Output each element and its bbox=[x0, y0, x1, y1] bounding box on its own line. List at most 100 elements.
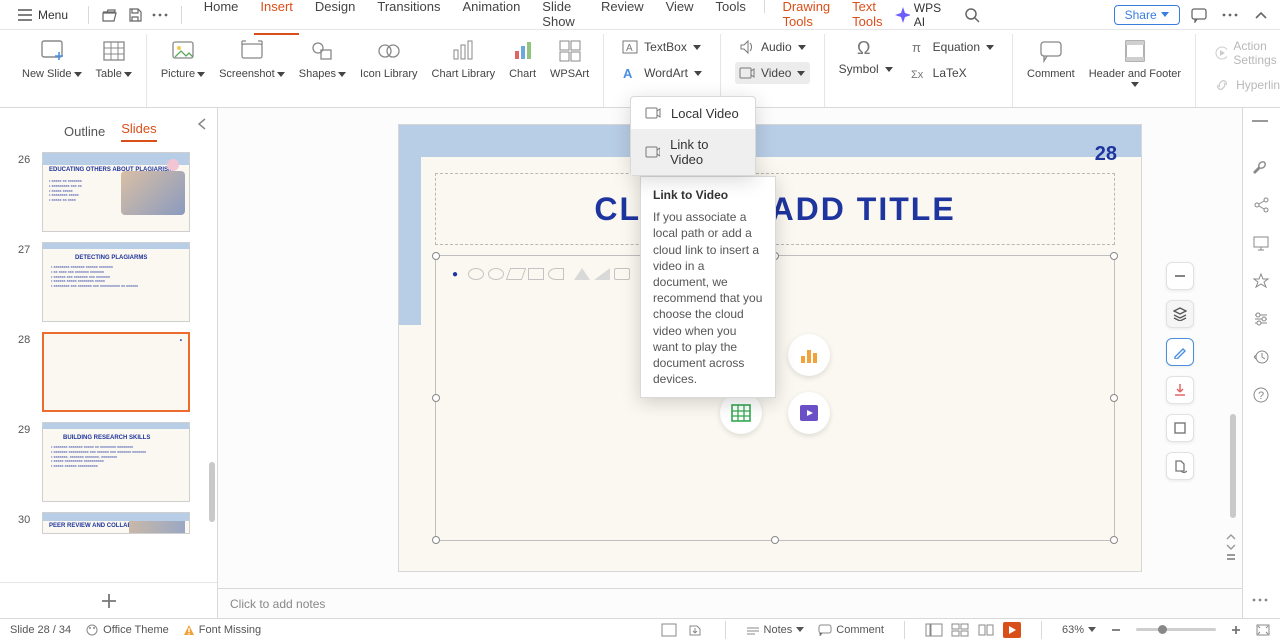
app-menu-button[interactable]: Menu bbox=[8, 6, 78, 24]
thumbnail-30[interactable]: PEER REVIEW AND COLLABORATION bbox=[42, 512, 190, 534]
sorter-view-button[interactable] bbox=[951, 623, 969, 637]
thumbnail-scrollbar[interactable] bbox=[209, 462, 215, 522]
new-slide-button[interactable]: New Slide bbox=[22, 36, 82, 80]
share-tool[interactable] bbox=[1252, 196, 1272, 216]
search-button[interactable] bbox=[961, 3, 984, 27]
crop-tool[interactable] bbox=[1166, 414, 1194, 442]
layers-tool[interactable] bbox=[1166, 300, 1194, 328]
header-footer-button[interactable]: Header and Footer bbox=[1089, 36, 1181, 87]
local-video-item[interactable]: Local Video bbox=[631, 97, 755, 129]
zoom-out-tool[interactable] bbox=[1166, 262, 1194, 290]
thumbnail-row[interactable]: 28 • bbox=[18, 332, 205, 412]
more-quick-access[interactable] bbox=[150, 3, 171, 27]
download-tool[interactable] bbox=[1166, 376, 1194, 404]
scroll-menu-icon[interactable] bbox=[1224, 552, 1238, 562]
scroll-down-icon[interactable] bbox=[1224, 542, 1238, 552]
settings-tool[interactable] bbox=[1252, 310, 1272, 330]
chart-button[interactable]: Chart bbox=[509, 36, 536, 80]
resize-handle[interactable] bbox=[432, 394, 440, 402]
resize-handle[interactable] bbox=[1110, 536, 1118, 544]
chat-button[interactable] bbox=[1188, 3, 1211, 27]
present-tool[interactable] bbox=[1252, 234, 1272, 254]
collapse-ribbon-button[interactable] bbox=[1249, 3, 1272, 27]
zoom-out-button[interactable] bbox=[1110, 624, 1122, 636]
thumbnail-27[interactable]: DETECTING PLAGIARMS • xxxxxxxx xxxxxxx x… bbox=[42, 242, 190, 322]
zoom-slider-knob[interactable] bbox=[1158, 625, 1167, 634]
picture-button[interactable]: Picture bbox=[161, 36, 205, 80]
resize-handle[interactable] bbox=[1110, 252, 1118, 260]
collapse-panel-button[interactable] bbox=[197, 118, 207, 130]
add-slide-button[interactable] bbox=[0, 582, 217, 618]
audio-button[interactable]: Audio bbox=[735, 36, 810, 58]
canvas-vertical-scrollbar[interactable] bbox=[1228, 114, 1238, 562]
outline-tab[interactable]: Outline bbox=[64, 124, 105, 139]
tab-design[interactable]: Design bbox=[309, 0, 361, 35]
grid-icon[interactable] bbox=[661, 623, 679, 637]
icon-library-button[interactable]: Icon Library bbox=[360, 36, 417, 80]
textbox-button[interactable]: A TextBox bbox=[618, 36, 706, 58]
notes-toggle[interactable]: Notes bbox=[746, 624, 805, 636]
assets-tool[interactable] bbox=[1252, 158, 1272, 178]
link-to-video-item[interactable]: Link to Video bbox=[631, 129, 755, 175]
comment-toggle[interactable]: Comment bbox=[818, 624, 884, 636]
zoom-slider[interactable] bbox=[1136, 628, 1216, 631]
save-button[interactable] bbox=[124, 3, 145, 27]
tab-home[interactable]: Home bbox=[198, 0, 245, 35]
tab-animation[interactable]: Animation bbox=[456, 0, 526, 35]
table-button[interactable]: Table bbox=[96, 36, 132, 80]
slides-tab[interactable]: Slides bbox=[121, 121, 156, 142]
fit-button[interactable] bbox=[1256, 624, 1270, 636]
normal-view-button[interactable] bbox=[925, 623, 943, 637]
resize-handle[interactable] bbox=[1110, 394, 1118, 402]
thumbnail-list[interactable]: 26 EDUCATING OTHERS ABOUT PLAGIARISM • x… bbox=[0, 146, 217, 582]
thumbnail-26[interactable]: EDUCATING OTHERS ABOUT PLAGIARISM • xxxx… bbox=[42, 152, 190, 232]
overflow-button[interactable] bbox=[1218, 3, 1241, 27]
wordart-button[interactable]: A WordArt bbox=[618, 62, 706, 84]
zoom-readout[interactable]: 63% bbox=[1062, 624, 1096, 636]
thumbnail-28[interactable]: • bbox=[42, 332, 190, 412]
screenshot-button[interactable]: Screenshot bbox=[219, 36, 285, 80]
tab-insert[interactable]: Insert bbox=[254, 0, 299, 35]
tab-slideshow[interactable]: Slide Show bbox=[536, 0, 585, 35]
open-button[interactable] bbox=[99, 3, 120, 27]
insert-table-placeholder[interactable] bbox=[720, 392, 762, 434]
thumbnail-row[interactable]: 26 EDUCATING OTHERS ABOUT PLAGIARISM • x… bbox=[18, 152, 205, 232]
slideshow-button[interactable] bbox=[1003, 622, 1021, 638]
collapse-right-icon[interactable] bbox=[1252, 120, 1272, 140]
shapes-button[interactable]: Shapes bbox=[299, 36, 346, 80]
equation-button[interactable]: π Equation bbox=[907, 36, 998, 58]
history-tool[interactable] bbox=[1252, 348, 1272, 368]
share-button[interactable]: Share bbox=[1114, 5, 1180, 25]
wps-ai-button[interactable]: WPS AI bbox=[895, 1, 953, 29]
tab-transitions[interactable]: Transitions bbox=[371, 0, 446, 35]
insert-media-placeholder[interactable] bbox=[788, 392, 830, 434]
symbol-button[interactable]: Symbol bbox=[839, 62, 893, 76]
wpsart-button[interactable]: WPSArt bbox=[550, 36, 589, 80]
latex-button[interactable]: Σx LaTeX bbox=[907, 62, 998, 84]
help-tool[interactable]: ? bbox=[1252, 386, 1272, 406]
tab-review[interactable]: Review bbox=[595, 0, 650, 35]
tab-drawing-tools[interactable]: Drawing Tools bbox=[776, 0, 836, 35]
scrollbar-thumb[interactable] bbox=[1230, 414, 1236, 518]
tab-text-tools[interactable]: Text Tools bbox=[846, 0, 890, 35]
tab-view[interactable]: View bbox=[660, 0, 700, 35]
insert-chart-placeholder[interactable] bbox=[788, 334, 830, 376]
font-warning[interactable]: Font Missing bbox=[183, 624, 261, 636]
resize-handle[interactable] bbox=[432, 252, 440, 260]
theme-indicator[interactable]: Office Theme bbox=[85, 623, 169, 637]
chart-library-button[interactable]: Chart Library bbox=[432, 36, 496, 80]
thumbnail-row[interactable]: 29 BUILDING RESEARCH SKILLS • xxxxxxx xx… bbox=[18, 422, 205, 502]
zoom-in-button[interactable] bbox=[1230, 624, 1242, 636]
scroll-up-icon[interactable] bbox=[1224, 532, 1238, 542]
favorite-tool[interactable] bbox=[1252, 272, 1272, 292]
more-tools[interactable] bbox=[1252, 598, 1272, 618]
tab-tools[interactable]: Tools bbox=[710, 0, 752, 35]
reading-view-button[interactable] bbox=[977, 623, 995, 637]
notes-pane[interactable]: Click to add notes bbox=[218, 588, 1242, 618]
video-button[interactable]: Video bbox=[735, 62, 810, 84]
resize-handle[interactable] bbox=[771, 536, 779, 544]
transfer-tool[interactable] bbox=[1166, 452, 1194, 480]
export-icon[interactable] bbox=[687, 623, 705, 637]
pen-tool[interactable] bbox=[1166, 338, 1194, 366]
thumbnail-29[interactable]: BUILDING RESEARCH SKILLS • xxxxxxx xxxxx… bbox=[42, 422, 190, 502]
